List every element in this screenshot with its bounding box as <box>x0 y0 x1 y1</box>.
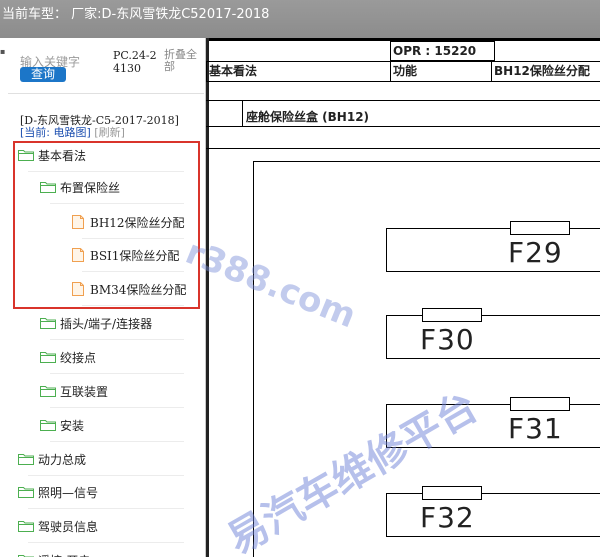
fuse-tab <box>510 221 570 235</box>
folder-icon <box>40 352 56 363</box>
fuse-label: F32 <box>420 501 475 534</box>
tree-item-label: 安装 <box>60 418 85 433</box>
pc-code: PC.24-24130 <box>113 49 157 75</box>
header-cell-right: BH12保险丝分配 <box>491 61 600 82</box>
folder-icon <box>18 150 34 161</box>
tree-item[interactable]: 插头/端子/连接器 <box>40 308 152 338</box>
tree-item[interactable]: BM34保险丝分配 <box>72 274 186 304</box>
tree-row-divider <box>82 238 184 239</box>
title-bar: 当前车型： 厂家:D-东风雪铁龙C52017-2018 <box>0 0 600 38</box>
query-button[interactable]: 查询 <box>20 67 66 82</box>
current-label: [当前: 电路图] <box>20 126 91 139</box>
corner-marker: ▪ <box>0 47 6 56</box>
document-icon <box>72 248 84 262</box>
tree-row-divider <box>50 407 184 408</box>
section-right: BH12保险丝分配 <box>494 64 590 78</box>
opr-code: OPR : 15220 <box>393 44 477 58</box>
rule <box>242 100 243 126</box>
tree-item-label: 绞接点 <box>60 350 97 365</box>
rule <box>206 100 600 101</box>
tree-item-label: 遥控-开启 <box>38 552 90 557</box>
collapse-all-link[interactable]: 折叠全部 <box>164 49 202 73</box>
fuse-tab <box>510 397 570 411</box>
tree-item-label: 插头/端子/连接器 <box>60 316 153 331</box>
tree-item-label: 布置保险丝 <box>60 180 121 195</box>
tree-row-divider <box>28 508 184 509</box>
refresh-link[interactable]: [刷新] <box>94 126 125 139</box>
subsection-title: 座舱保险丝盒 (BH12) <box>246 110 370 124</box>
rule <box>206 126 600 127</box>
title-text: 当前车型： 厂家:D-东风雪铁龙C52017-2018 <box>2 7 270 22</box>
folder-icon <box>18 487 34 498</box>
document-view: OPR : 15220 基本看法 功能 BH12保险丝分配 座舱保险丝盒 (BH… <box>206 38 600 557</box>
tree-row-divider <box>50 373 184 374</box>
header-cell-mid: 功能 <box>390 61 492 82</box>
tree-item-label: BSI1保险丝分配 <box>90 248 180 263</box>
tree-item[interactable]: 互联装置 <box>40 376 108 406</box>
tree-row-divider <box>82 271 184 272</box>
tree-item[interactable]: 布置保险丝 <box>40 172 120 202</box>
tree-row-divider <box>82 305 184 306</box>
tree-row-divider <box>50 441 184 442</box>
folder-icon <box>18 521 34 532</box>
divider <box>8 93 204 94</box>
document-icon <box>72 282 84 296</box>
fuse-f30[interactable] <box>386 315 600 359</box>
folder-icon <box>40 182 56 193</box>
tree-item[interactable]: 安装 <box>40 410 84 440</box>
fuse-tab <box>422 486 482 500</box>
folder-icon <box>40 386 56 397</box>
rule <box>206 148 600 149</box>
tree-item-label: BH12保险丝分配 <box>90 215 185 230</box>
section-left: 基本看法 <box>209 64 258 78</box>
header-cell-left: 基本看法 <box>206 61 391 82</box>
tree-row-divider <box>50 203 184 204</box>
tree-row-divider <box>50 339 184 340</box>
tree-item-label: 照明—信号 <box>38 485 99 500</box>
tree-row-divider <box>28 542 184 543</box>
section-mid: 功能 <box>393 64 418 78</box>
fuse-tab <box>422 308 482 322</box>
tree-item-label: BM34保险丝分配 <box>90 282 187 297</box>
folder-icon <box>18 454 34 465</box>
opr-cell: OPR : 15220 <box>390 41 495 61</box>
document-icon <box>72 215 84 229</box>
tree-item-label: 驾驶员信息 <box>38 519 99 534</box>
tree-item-label: 互联装置 <box>60 384 109 399</box>
tree-item[interactable]: BH12保险丝分配 <box>72 207 185 237</box>
tree-item[interactable]: 基本看法 <box>18 140 86 170</box>
tree-item[interactable]: 动力总成 <box>18 444 86 474</box>
fuse-f32[interactable] <box>386 493 600 537</box>
tree-item[interactable]: 驾驶员信息 <box>18 511 98 541</box>
tree-item[interactable]: 照明—信号 <box>18 477 98 507</box>
tree-row-divider <box>28 475 184 476</box>
fuse-label: F29 <box>508 236 563 269</box>
folder-icon <box>40 318 56 329</box>
folder-icon <box>40 420 56 431</box>
tree-item[interactable]: 绞接点 <box>40 342 96 372</box>
current-location: [当前: 电路图] [刷新] <box>20 124 125 140</box>
doc-left-strip <box>206 38 209 557</box>
tree-item-label: 基本看法 <box>38 148 87 163</box>
tree-item[interactable]: 遥控-开启 <box>18 545 90 557</box>
tree-item-label: 动力总成 <box>38 452 87 467</box>
tree-item[interactable]: BSI1保险丝分配 <box>72 240 179 270</box>
fuse-label: F31 <box>508 412 563 445</box>
fuse-label: F30 <box>420 323 475 356</box>
